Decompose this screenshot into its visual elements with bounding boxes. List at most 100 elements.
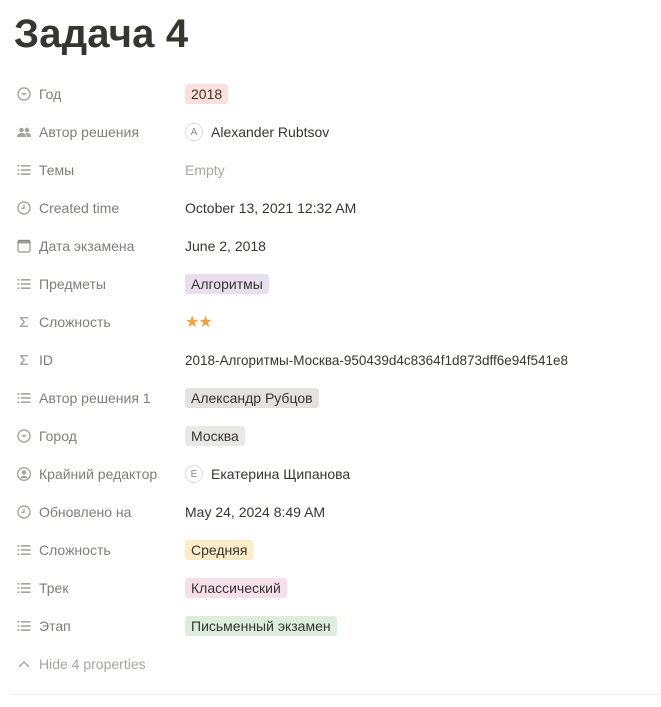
property-label: Сложность	[39, 542, 111, 558]
track-tag: Классический	[185, 578, 287, 598]
property-label: Предметы	[39, 276, 106, 292]
person-chip: A Alexander Rubtsov	[185, 123, 329, 141]
property-row-city: Город Москва	[10, 417, 661, 455]
stage-tag: Письменный экзамен	[185, 616, 337, 636]
year-tag: 2018	[185, 84, 229, 104]
property-label: Автор решения 1	[39, 390, 151, 406]
property-value-track[interactable]: Классический	[185, 578, 661, 598]
select-icon	[16, 86, 32, 102]
property-row-year: Год 2018	[10, 75, 661, 113]
star-rating: ★★	[185, 314, 213, 331]
datetime-text: October 13, 2021 12:32 AM	[185, 200, 357, 216]
date-text: June 2, 2018	[185, 238, 266, 254]
property-value-solution-author-1[interactable]: Александр Рубцов	[185, 388, 661, 408]
property-value-subjects[interactable]: Алгоритмы	[185, 274, 661, 294]
clock-icon	[16, 504, 32, 520]
page: Задача 4 Год 2018 Автор решения A Alexan…	[0, 0, 661, 707]
property-value-exam-date[interactable]: June 2, 2018	[185, 238, 661, 254]
empty-placeholder: Empty	[185, 162, 225, 178]
person-chip: E Екатерина Щипанова	[185, 465, 350, 483]
hide-properties-label: Hide 4 properties	[39, 656, 146, 672]
property-row-id: ID 2018-Алгоритмы-Москва-950439d4c8364f1…	[10, 341, 661, 379]
property-row-solution-author-1: Автор решения 1 Александр Рубцов	[10, 379, 661, 417]
city-tag: Москва	[185, 426, 245, 446]
property-key-city[interactable]: Город	[10, 419, 185, 453]
avatar: E	[185, 465, 203, 483]
property-label: Дата экзамена	[39, 238, 135, 254]
author-tag: Александр Рубцов	[185, 388, 319, 408]
list-icon	[16, 162, 32, 178]
property-value-difficulty[interactable]: Средняя	[185, 540, 661, 560]
property-key-difficulty[interactable]: Сложность	[10, 533, 185, 567]
property-value-updated-at: May 24, 2024 8:49 AM	[185, 504, 661, 520]
property-key-last-editor[interactable]: Крайний редактор	[10, 457, 185, 491]
property-label: Год	[39, 86, 62, 102]
subject-tag: Алгоритмы	[185, 274, 269, 294]
property-row-created-time: Created time October 13, 2021 12:32 AM	[10, 189, 661, 227]
property-value-city[interactable]: Москва	[185, 426, 661, 446]
datetime-text: May 24, 2024 8:49 AM	[185, 504, 326, 520]
difficulty-tag: Средняя	[185, 540, 254, 560]
property-key-topics[interactable]: Темы	[10, 153, 185, 187]
property-label: Сложность	[39, 314, 111, 330]
sigma-icon	[16, 352, 32, 368]
property-row-difficulty: Сложность Средняя	[10, 531, 661, 569]
property-key-year[interactable]: Год	[10, 77, 185, 111]
property-key-exam-date[interactable]: Дата экзамена	[10, 229, 185, 263]
property-value-topics[interactable]: Empty	[185, 162, 661, 178]
property-key-created-time[interactable]: Created time	[10, 191, 185, 225]
list-icon	[16, 542, 32, 558]
property-row-exam-date: Дата экзамена June 2, 2018	[10, 227, 661, 265]
property-label: Темы	[39, 162, 75, 178]
page-title[interactable]: Задача 4	[14, 10, 188, 58]
avatar: A	[185, 123, 203, 141]
person-circle-icon	[16, 466, 32, 482]
property-row-topics: Темы Empty	[10, 151, 661, 189]
select-icon	[16, 428, 32, 444]
property-label: Трек	[39, 580, 69, 596]
id-text: 2018-Алгоритмы-Москва-950439d4c8364f1d87…	[185, 352, 569, 368]
property-label: Автор решения	[39, 124, 139, 140]
property-value-difficulty-stars: ★★	[185, 312, 661, 332]
property-label: Обновлено на	[39, 504, 132, 520]
property-key-difficulty-stars[interactable]: Сложность	[10, 305, 185, 339]
sigma-icon	[16, 314, 32, 330]
property-label: Created time	[39, 200, 120, 216]
calendar-icon	[16, 238, 32, 254]
person-name: Екатерина Щипанова	[211, 466, 351, 482]
property-key-stage[interactable]: Этап	[10, 609, 185, 643]
list-icon	[16, 276, 32, 292]
property-key-track[interactable]: Трек	[10, 571, 185, 605]
property-row-updated-at: Обновлено на May 24, 2024 8:49 AM	[10, 493, 661, 531]
property-row-subjects: Предметы Алгоритмы	[10, 265, 661, 303]
property-row-solution-author: Автор решения A Alexander Rubtsov	[10, 113, 661, 151]
property-key-solution-author[interactable]: Автор решения	[10, 115, 185, 149]
property-value-last-editor: E Екатерина Щипанова	[185, 465, 661, 483]
property-key-id[interactable]: ID	[10, 343, 185, 377]
property-key-subjects[interactable]: Предметы	[10, 267, 185, 301]
hide-properties-button[interactable]: Hide 4 properties	[10, 651, 146, 677]
person-name: Alexander Rubtsov	[211, 124, 330, 140]
clock-icon	[16, 200, 32, 216]
property-value-solution-author[interactable]: A Alexander Rubtsov	[185, 123, 661, 141]
property-label: ID	[39, 352, 53, 368]
property-row-stage: Этап Письменный экзамен	[10, 607, 661, 645]
property-value-stage[interactable]: Письменный экзамен	[185, 616, 661, 636]
property-row-last-editor: Крайний редактор E Екатерина Щипанова	[10, 455, 661, 493]
property-label: Крайний редактор	[39, 466, 158, 482]
list-icon	[16, 618, 32, 634]
chevron-up-icon	[16, 656, 32, 672]
property-value-year[interactable]: 2018	[185, 84, 661, 104]
list-icon	[16, 580, 32, 596]
property-value-created-time: October 13, 2021 12:32 AM	[185, 200, 661, 216]
divider	[10, 694, 660, 695]
property-key-updated-at[interactable]: Обновлено на	[10, 495, 185, 529]
property-key-solution-author-1[interactable]: Автор решения 1	[10, 381, 185, 415]
property-row-difficulty-stars: Сложность ★★	[10, 303, 661, 341]
property-label: Этап	[39, 618, 71, 634]
property-label: Город	[39, 428, 77, 444]
people-icon	[16, 124, 32, 140]
property-row-track: Трек Классический	[10, 569, 661, 607]
list-icon	[16, 390, 32, 406]
property-value-id: 2018-Алгоритмы-Москва-950439d4c8364f1d87…	[185, 353, 661, 368]
